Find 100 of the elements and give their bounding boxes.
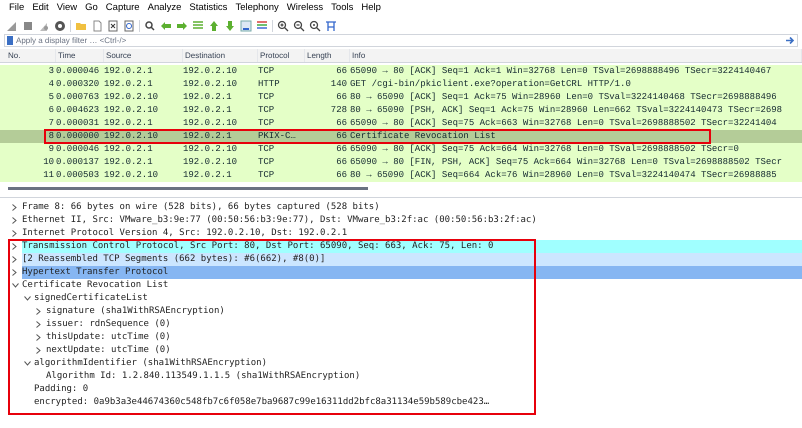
packet-row[interactable]: 6 0.004623 192.0.2.10 192.0.2.1 TCP 728 80 → 65090 [PSH, ACK] Seq=1 Ack=75 Win=28960 Len=662 TSval=3224140473 TSecr=2698 bbox=[0, 104, 802, 117]
menu-item[interactable]: Wireless bbox=[286, 1, 324, 16]
tree-item[interactable]: algorithmIdentifier (sha1WithRSAEncryption) bbox=[34, 356, 269, 370]
table-cell: 65090 → 80 [ACK] Seq=75 Ack=664 Win=32768 Len=0 TSval=2698888502 TSecr=0 bbox=[350, 144, 739, 154]
chevron-right-icon[interactable] bbox=[36, 334, 41, 341]
tree-item[interactable]: thisUpdate: utcTime (0) bbox=[46, 330, 173, 344]
tree-item[interactable]: nextUpdate: utcTime (0) bbox=[46, 344, 173, 358]
table-cell: 10 bbox=[43, 156, 54, 167]
menu-item[interactable]: View bbox=[56, 1, 78, 16]
column-header[interactable]: Destination bbox=[183, 49, 258, 62]
tree-item[interactable]: Frame 8: 66 bytes on wire (528 bits), 66 bytes captured (528 bits) bbox=[22, 200, 382, 214]
table-cell: 7 bbox=[48, 118, 54, 128]
chevron-right-icon[interactable] bbox=[12, 230, 17, 237]
menu-item[interactable]: Edit bbox=[32, 1, 49, 16]
table-cell: 140 bbox=[330, 78, 347, 89]
tree-item[interactable]: [2 Reassembled TCP Segments (662 bytes): #6(662), #8(0)] bbox=[22, 252, 802, 266]
menu-item[interactable]: Go bbox=[85, 1, 98, 16]
tree-item[interactable]: encrypted: 0a9b3a3e44674360c548fb7c6f058e7ba9687c99e16311dd2bfc8a31134e59b589cbe423… bbox=[34, 396, 492, 410]
packet-row[interactable]: 4 0.000320 192.0.2.1 192.0.2.10 HTTP 140 GET /cgi-bin/pkiclient.exe?operation=GetCRL HTTP/1.0 bbox=[0, 78, 802, 91]
tree-item[interactable]: Algorithm Id: 1.2.840.113549.1.1.5 (sha1WithRSAEncryption) bbox=[46, 370, 362, 384]
table-cell: 0.000046 bbox=[56, 144, 100, 154]
table-cell: 65090 → 80 [ACK] Seq=75 Ack=663 Win=32768 Len=0 TSval=2698888502 TSecr=32241404 bbox=[350, 118, 777, 128]
packet-row[interactable]: 10 0.000137 192.0.2.1 192.0.2.10 TCP 66 65090 → 80 [FIN, PSH, ACK] Seq=75 Ack=664 Win=32768 Len=0 TSval=2698888502 TSecr bbox=[0, 156, 802, 169]
tree-item[interactable]: Ethernet II, Src: VMware_b3:9e:77 (00:50:56:b3:9e:77), Dst: VMware_b3:2f:ac (00:50:56:b3:2f:ac) bbox=[22, 214, 539, 228]
stop-icon[interactable] bbox=[22, 20, 34, 32]
right-arrow-icon[interactable] bbox=[176, 20, 188, 32]
menu-item[interactable]: Telephony bbox=[235, 1, 279, 16]
menu-item[interactable]: Analyze bbox=[148, 1, 182, 16]
filter-bar[interactable]: Apply a display filter … <Ctrl-/> bbox=[4, 34, 798, 47]
tree-item[interactable]: signedCertificateList bbox=[34, 292, 150, 306]
menu-item[interactable]: File bbox=[9, 1, 24, 16]
table-cell: 192.0.2.1 bbox=[104, 66, 153, 76]
table-cell: 3 bbox=[48, 66, 54, 76]
menu-item[interactable]: Statistics bbox=[189, 1, 228, 16]
chevron-right-icon[interactable] bbox=[12, 204, 17, 211]
table-cell: TCP bbox=[258, 170, 274, 180]
table-cell: 65090 → 80 [ACK] Seq=1 Ack=1 Win=32768 Len=0 TSval=2698888496 TSecr=3224140467 bbox=[350, 66, 772, 76]
table-cell: 192.0.2.10 bbox=[104, 130, 158, 141]
menu-item[interactable]: Tools bbox=[331, 1, 354, 16]
filter-field[interactable]: Apply a display filter … <Ctrl-/> bbox=[13, 35, 785, 46]
table-cell: 192.0.2.1 bbox=[104, 118, 153, 128]
table-cell: 192.0.2.10 bbox=[104, 104, 158, 115]
up-arrow-icon[interactable] bbox=[208, 20, 220, 32]
table-cell: 728 bbox=[330, 104, 347, 115]
tree-item[interactable]: Transmission Control Protocol, Src Port: 80, Dst Port: 65090, Seq: 663, Ack: 75, Len: 0 bbox=[22, 240, 802, 254]
table-cell: 192.0.2.10 bbox=[183, 156, 238, 167]
table-cell: 192.0.2.10 bbox=[183, 118, 238, 128]
chevron-right-icon[interactable] bbox=[12, 269, 17, 276]
column-header[interactable]: Length bbox=[305, 49, 350, 62]
table-cell: 66 bbox=[336, 92, 347, 102]
table-cell: 192.0.2.10 bbox=[183, 144, 238, 154]
chevron-right-icon[interactable] bbox=[36, 308, 41, 315]
tree-item[interactable]: Hypertext Transfer Protocol bbox=[22, 266, 802, 280]
tree-item[interactable]: Certificate Revocation List bbox=[22, 278, 170, 292]
tree-item[interactable]: Internet Protocol Version 4, Src: 192.0.2.10, Dst: 192.0.2.1 bbox=[22, 226, 350, 240]
column-header[interactable]: Protocol bbox=[258, 49, 305, 62]
column-header[interactable]: No. bbox=[0, 49, 56, 62]
packet-row[interactable]: 5 0.000763 192.0.2.10 192.0.2.1 TCP 66 80 → 65090 [ACK] Seq=1 Ack=75 Win=28960 Len=0 TSval=3224140468 TSecr=2698888496 bbox=[0, 91, 802, 104]
menu-item[interactable]: Capture bbox=[106, 1, 140, 16]
table-cell: TCP bbox=[258, 144, 274, 154]
column-header[interactable]: Time bbox=[56, 49, 104, 62]
file-icon[interactable] bbox=[91, 20, 103, 32]
chevron-right-icon[interactable] bbox=[36, 347, 41, 354]
down-arrow-icon[interactable] bbox=[224, 20, 236, 32]
tree-item[interactable]: signature (sha1WithRSAEncryption) bbox=[46, 304, 227, 318]
table-cell: 11 bbox=[43, 170, 54, 180]
search-icon[interactable] bbox=[144, 20, 156, 32]
chevron-down-icon[interactable] bbox=[12, 283, 19, 288]
zoom-out-icon[interactable] bbox=[293, 20, 305, 32]
table-cell: GET /cgi-bin/pkiclient.exe?operation=GetCRL HTTP/1.0 bbox=[350, 78, 631, 89]
menu-item[interactable]: Help bbox=[361, 1, 381, 16]
left-arrow-icon[interactable] bbox=[160, 20, 172, 32]
arrow-icon[interactable] bbox=[785, 36, 795, 45]
chevron-right-icon[interactable] bbox=[12, 243, 17, 250]
table-cell: 0.000046 bbox=[56, 66, 100, 76]
tree-item[interactable]: Padding: 0 bbox=[34, 382, 90, 396]
table-cell: TCP bbox=[258, 92, 274, 102]
zoom-in-icon[interactable] bbox=[277, 20, 289, 32]
table-cell: 0.000503 bbox=[56, 170, 100, 180]
chevron-right-icon[interactable] bbox=[12, 217, 17, 224]
table-cell: 66 bbox=[336, 156, 347, 167]
packet-row[interactable]: 7 0.000031 192.0.2.1 192.0.2.10 TCP 66 65090 → 80 [ACK] Seq=75 Ack=663 Win=32768 Len=0 TSval=2698888502 TSecr=32241404 bbox=[0, 117, 802, 130]
table-cell: 192.0.2.10 bbox=[104, 92, 158, 102]
column-header[interactable]: Info bbox=[350, 49, 802, 62]
tree-item[interactable]: issuer: rdnSequence (0) bbox=[46, 318, 173, 332]
chevron-right-icon[interactable] bbox=[12, 256, 17, 263]
packet-row[interactable]: 11 0.000503 192.0.2.10 192.0.2.1 TCP 66 80 → 65090 [ACK] Seq=664 Ack=76 Win=28960 Len=0 TSval=3224140474 TSecr=26988885 bbox=[0, 169, 802, 182]
table-cell: 0.000763 bbox=[56, 92, 100, 102]
chevron-down-icon[interactable] bbox=[24, 296, 31, 301]
chevron-down-icon[interactable] bbox=[24, 361, 31, 366]
packet-row[interactable]: 3 0.000046 192.0.2.1 192.0.2.10 TCP 66 65090 → 80 [ACK] Seq=1 Ack=1 Win=32768 Len=0 TSval=2698888496 TSecr=3224140467 bbox=[0, 65, 802, 78]
table-cell: 80 → 65090 [ACK] Seq=664 Ack=76 Win=28960 Len=0 TSval=3224140474 TSecr=26988885 bbox=[350, 170, 777, 180]
table-cell: HTTP bbox=[258, 78, 280, 89]
chevron-right-icon[interactable] bbox=[36, 321, 41, 328]
packet-row[interactable]: 9 0.000046 192.0.2.1 192.0.2.10 TCP 66 65090 → 80 [ACK] Seq=75 Ack=664 Win=32768 Len=0 TSval=2698888502 TSecr=0 bbox=[0, 143, 802, 156]
table-cell: 192.0.2.10 bbox=[183, 66, 238, 76]
close-file-icon[interactable] bbox=[107, 20, 119, 32]
table-cell: TCP bbox=[258, 118, 274, 128]
column-header[interactable]: Source bbox=[104, 49, 183, 62]
table-cell: 80 → 65090 [ACK] Seq=1 Ack=75 Win=28960 Len=0 TSval=3224140468 TSecr=2698888496 bbox=[350, 92, 777, 102]
